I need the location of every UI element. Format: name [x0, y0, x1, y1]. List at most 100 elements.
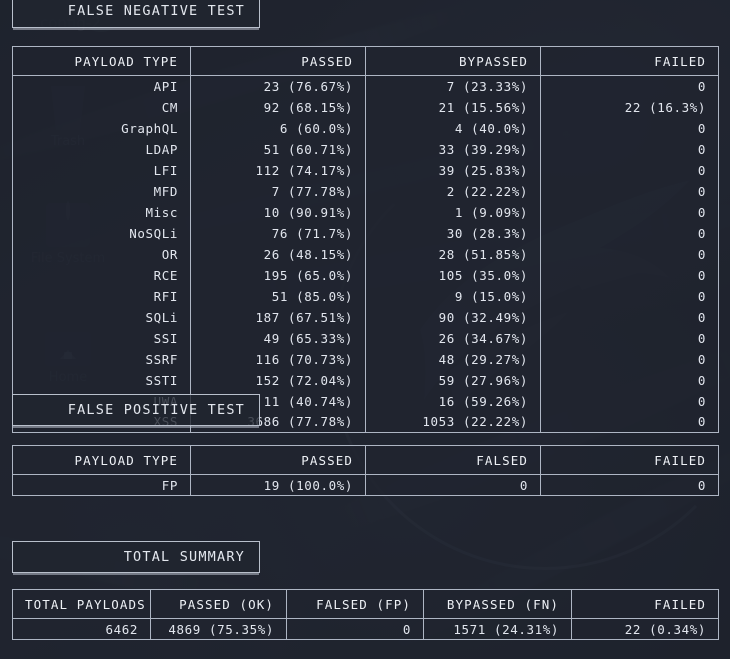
column-header: BYPASSED: [365, 46, 541, 76]
table-cell: FP: [12, 474, 191, 496]
column-header: TOTAL PAYLOADS: [12, 589, 151, 619]
table-cell: 28 (51.85%): [365, 243, 541, 265]
table-cell: 7 (23.33%): [365, 75, 541, 97]
table-row: GraphQL 6 (60.0%) 4 (40.0%) 0: [12, 117, 719, 139]
table-cell: SSI: [12, 327, 191, 349]
table-cell: 105 (35.0%): [365, 264, 541, 286]
table-row: Misc 10 (90.91%) 1 (9.09%) 0: [12, 201, 719, 223]
table-cell: 4869 (75.35%): [150, 618, 287, 640]
table-cell: OR: [12, 243, 191, 265]
table-header-row: PAYLOAD TYPE PASSED FALSED FAILED: [12, 445, 719, 475]
table-cell: 0: [540, 474, 719, 496]
table-cell: 0: [540, 327, 719, 349]
table-cell: 0: [540, 201, 719, 223]
table-cell: 0: [286, 618, 424, 640]
table-header-row: TOTAL PAYLOADS PASSED (OK) FALSED (FP) B…: [12, 589, 719, 619]
table-row: API 23 (76.67%) 7 (23.33%) 0: [12, 75, 719, 97]
table-cell: 152 (72.04%): [190, 369, 366, 391]
column-header: PASSED (OK): [150, 589, 287, 619]
table-cell: 0: [540, 390, 719, 412]
table-cell: 6 (60.0%): [190, 117, 366, 139]
table-row: SQLi 187 (67.51%) 90 (32.49%) 0: [12, 306, 719, 328]
column-header: PAYLOAD TYPE: [12, 46, 191, 76]
table-cell: 7 (77.78%): [190, 180, 366, 202]
table-cell: 0: [540, 138, 719, 160]
table-cell: Misc: [12, 201, 191, 223]
table-row: RFI 51 (85.0%) 9 (15.0%) 0: [12, 285, 719, 307]
table-cell: 26 (34.67%): [365, 327, 541, 349]
table-row: LFI 112 (74.17%) 39 (25.83%) 0: [12, 159, 719, 181]
table-cell: 23 (76.67%): [190, 75, 366, 97]
table-row: MFD 7 (77.78%) 2 (22.22%) 0: [12, 180, 719, 202]
table-cell: 0: [540, 264, 719, 286]
table-cell: 0: [540, 285, 719, 307]
table-row: FP 19 (100.0%) 0 0: [12, 474, 719, 496]
table-header-row: PAYLOAD TYPE PASSED BYPASSED FAILED: [12, 46, 719, 76]
table-cell: LDAP: [12, 138, 191, 160]
table-row: SSTI 152 (72.04%) 59 (27.96%) 0: [12, 369, 719, 391]
table-cell: 9 (15.0%): [365, 285, 541, 307]
table-cell: 10 (90.91%): [190, 201, 366, 223]
table-cell: 16 (59.26%): [365, 390, 541, 412]
table-cell: 21 (15.56%): [365, 96, 541, 118]
table-row: LDAP 51 (60.71%) 33 (39.29%) 0: [12, 138, 719, 160]
table-cell: 195 (65.0%): [190, 264, 366, 286]
table-cell: 6462: [12, 618, 151, 640]
table-row: NoSQLi 76 (71.7%) 30 (28.3%) 0: [12, 222, 719, 244]
table-cell: 76 (71.7%): [190, 222, 366, 244]
table-cell: 112 (74.17%): [190, 159, 366, 181]
table-cell: 92 (68.15%): [190, 96, 366, 118]
table-row: OR 26 (48.15%) 28 (51.85%) 0: [12, 243, 719, 265]
table-cell: 0: [540, 306, 719, 328]
table-cell: 33 (39.29%): [365, 138, 541, 160]
table-cell: NoSQLi: [12, 222, 191, 244]
table-cell: SSTI: [12, 369, 191, 391]
table-cell: SQLi: [12, 306, 191, 328]
column-header: FAILED: [540, 445, 719, 475]
column-header: FAILED: [571, 589, 719, 619]
table-cell: GraphQL: [12, 117, 191, 139]
table-cell: 49 (65.33%): [190, 327, 366, 349]
table-cell: 0: [540, 117, 719, 139]
false-positive-title: FALSE POSITIVE TEST: [12, 394, 260, 426]
table-cell: 116 (70.73%): [190, 348, 366, 370]
column-header: PASSED: [190, 46, 366, 76]
table-cell: 90 (32.49%): [365, 306, 541, 328]
total-summary-title: TOTAL SUMMARY: [12, 541, 260, 573]
table-cell: 0: [540, 411, 719, 433]
table-cell: LFI: [12, 159, 191, 181]
table-row: SSI 49 (65.33%) 26 (34.67%) 0: [12, 327, 719, 349]
table-cell: 0: [540, 180, 719, 202]
table-cell: 2 (22.22%): [365, 180, 541, 202]
table-row: 6462 4869 (75.35%) 0 1571 (24.31%) 22 (0.34%…: [12, 618, 719, 640]
false-negative-title: FALSE NEGATIVE TEST: [12, 0, 260, 28]
table-cell: 19 (100.0%): [190, 474, 366, 496]
table-cell: RFI: [12, 285, 191, 307]
table-cell: 22 (0.34%): [571, 618, 719, 640]
table-cell: 30 (28.3%): [365, 222, 541, 244]
table-cell: CM: [12, 96, 191, 118]
total-summary-table: TOTAL PAYLOADS PASSED (OK) FALSED (FP) B…: [12, 589, 719, 640]
false-positive-table: PAYLOAD TYPE PASSED FALSED FAILED FP 19 (…: [12, 445, 719, 496]
table-row: SSRF 116 (70.73%) 48 (29.27%) 0: [12, 348, 719, 370]
column-header: FALSED (FP): [286, 589, 424, 619]
table-row: RCE 195 (65.0%) 105 (35.0%) 0: [12, 264, 719, 286]
table-cell: 0: [540, 75, 719, 97]
table-cell: 4 (40.0%): [365, 117, 541, 139]
table-cell: MFD: [12, 180, 191, 202]
column-header: PASSED: [190, 445, 366, 475]
table-cell: SSRF: [12, 348, 191, 370]
table-cell: 0: [540, 348, 719, 370]
table-cell: 0: [365, 474, 541, 496]
table-cell: 1053 (22.22%): [365, 411, 541, 433]
table-cell: 1 (9.09%): [365, 201, 541, 223]
table-cell: 0: [540, 159, 719, 181]
table-cell: 48 (29.27%): [365, 348, 541, 370]
table-cell: 0: [540, 222, 719, 244]
table-cell: 22 (16.3%): [540, 96, 719, 118]
table-cell: API: [12, 75, 191, 97]
column-header: FALSED: [365, 445, 541, 475]
table-cell: 26 (48.15%): [190, 243, 366, 265]
terminal-window[interactable]: FALSE NEGATIVE TEST PAYLOAD TYPE PASSED …: [0, 0, 730, 659]
table-cell: 1571 (24.31%): [423, 618, 572, 640]
